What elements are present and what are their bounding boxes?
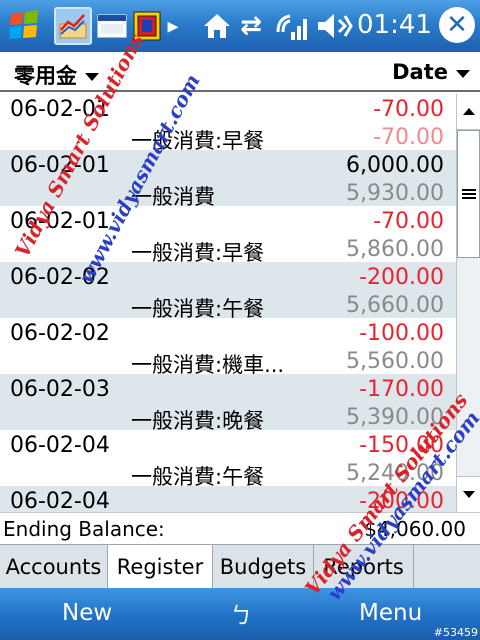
transaction-date: 06-02-04 (10, 489, 110, 512)
signal-icon[interactable] (273, 8, 311, 44)
home-icon[interactable] (201, 8, 233, 44)
menu-softkey[interactable]: Menu (359, 600, 422, 626)
transaction-list: 06-02-01 -70.00 一般消費:早餐 -70.00 06-02-01 6,000… (0, 94, 456, 512)
transaction-row[interactable]: 06-02-01 6,000.00 一般消費 5,930.00 (0, 150, 456, 209)
sync-arrows-icon[interactable]: ⇄ (236, 8, 266, 44)
transaction-amount: -70.00 (373, 209, 444, 234)
account-dropdown-label: 零用金 (14, 64, 77, 88)
grip-icon (461, 189, 476, 199)
scroll-thumb[interactable] (457, 130, 480, 258)
sort-dropdown[interactable]: Date (392, 60, 470, 84)
transaction-amount: -170.00 (359, 377, 444, 402)
scroll-up-button[interactable] (457, 94, 480, 130)
transaction-date: 06-02-01 (10, 153, 110, 178)
running-balance: -70.00 (373, 125, 444, 150)
ending-balance-value: $4,060.00 (364, 517, 466, 541)
clock[interactable]: 01:41 (357, 10, 432, 40)
transaction-date: 06-02-04 (10, 433, 110, 458)
arrow-up-icon (462, 108, 475, 115)
transaction-amount: -70.00 (373, 97, 444, 122)
register-header: 零用金 Date (0, 52, 480, 92)
arrow-down-icon (462, 491, 475, 498)
transaction-amount: 6,000.00 (346, 153, 444, 178)
chevron-down-icon (85, 73, 99, 81)
transaction-row[interactable]: 06-02-04 -200.00 (0, 486, 456, 512)
tab-reports[interactable]: Reports (314, 545, 414, 589)
window-icon[interactable] (96, 8, 128, 44)
status-bar: ▸ ⇄ 01:41 ✕ (0, 0, 480, 52)
red-square-app-icon[interactable] (132, 8, 162, 44)
ending-balance-label: Ending Balance: (3, 517, 165, 541)
transaction-date: 06-02-02 (10, 321, 110, 346)
image-id-label: #53459 (433, 626, 478, 639)
sync-glyph: ⇄ (240, 11, 262, 41)
vertical-scrollbar[interactable] (456, 94, 480, 512)
input-method-button[interactable]: ㄅ (230, 598, 252, 630)
running-balance: 5,390.00 (346, 405, 444, 430)
transaction-date: 06-02-01 (10, 97, 110, 122)
transaction-amount: -150.00 (359, 433, 444, 458)
tab-bar: Accounts Register Budgets Reports (0, 544, 480, 589)
transaction-date: 06-02-03 (10, 377, 110, 402)
running-balance: 5,560.00 (346, 349, 444, 374)
running-balance: 5,930.00 (346, 181, 444, 206)
transaction-row[interactable]: 06-02-03 -170.00 一般消費:晚餐 5,390.00 (0, 374, 456, 433)
tab-budgets[interactable]: Budgets (213, 545, 314, 589)
transaction-date: 06-02-02 (10, 265, 110, 290)
account-dropdown[interactable]: 零用金 (14, 60, 99, 90)
transaction-row[interactable]: 06-02-01 -70.00 一般消費:早餐 5,860.00 (0, 206, 456, 265)
close-icon[interactable]: ✕ (439, 7, 475, 43)
tab-register[interactable]: Register (108, 544, 213, 589)
running-balance: 5,860.00 (346, 237, 444, 262)
menu-bar: New ㄅ Menu #53459 (0, 588, 480, 640)
windows-start-icon[interactable] (4, 8, 46, 44)
transaction-row[interactable]: 06-02-02 -200.00 一般消費:午餐 5,660.00 (0, 262, 456, 321)
transaction-row[interactable]: 06-02-02 -100.00 一般消費:機車... 5,560.00 (0, 318, 456, 377)
tab-accounts[interactable]: Accounts (0, 545, 108, 589)
scroll-down-button[interactable] (457, 476, 480, 512)
running-balance: 5,660.00 (346, 293, 444, 318)
new-softkey[interactable]: New (62, 600, 112, 626)
transaction-row[interactable]: 06-02-04 -150.00 一般消費:午餐 5,240.00 (0, 430, 456, 489)
more-arrow-icon[interactable]: ▸ (166, 8, 180, 44)
volume-icon[interactable] (314, 8, 354, 44)
transaction-amount: -200.00 (359, 265, 444, 290)
chevron-down-icon (456, 70, 470, 78)
transaction-amount: -200.00 (359, 489, 444, 512)
transaction-date: 06-02-01 (10, 209, 110, 234)
sort-dropdown-label: Date (392, 60, 448, 84)
more-arrow-glyph: ▸ (167, 13, 179, 39)
ending-balance-bar: Ending Balance: $4,060.00 (0, 512, 480, 544)
running-balance: 5,240.00 (346, 461, 444, 486)
transaction-row[interactable]: 06-02-01 -70.00 一般消費:早餐 -70.00 (0, 94, 456, 153)
money-app-icon[interactable] (54, 7, 92, 45)
transaction-amount: -100.00 (359, 321, 444, 346)
